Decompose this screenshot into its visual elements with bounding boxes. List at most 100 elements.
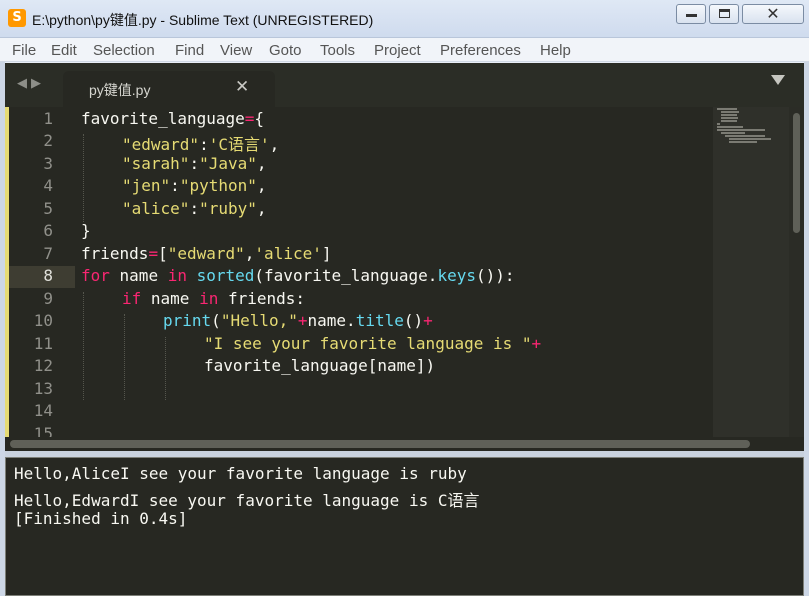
minimap-line	[717, 129, 765, 131]
vertical-scrollbar[interactable]	[789, 107, 804, 437]
horizontal-scrollbar-thumb[interactable]	[10, 440, 750, 448]
code-line-8: for name in sorted(favorite_language.key…	[81, 266, 515, 285]
minimap-line	[729, 141, 757, 143]
code-token: ,	[256, 154, 267, 173]
code-token: ,	[256, 199, 267, 218]
minimap-line	[721, 120, 737, 122]
code-token: :	[189, 154, 200, 173]
line-number: 4	[43, 176, 53, 195]
code-token: :	[189, 199, 200, 218]
code-token-function: keys	[437, 266, 476, 285]
menu-goto[interactable]: Goto	[269, 42, 302, 59]
code-token-function: sorted	[196, 266, 255, 285]
output-line: Hello,AliceI see your favorite language …	[14, 464, 467, 483]
line-number: 2	[43, 131, 53, 150]
code-token: favorite_language	[81, 109, 245, 128]
line-number: 14	[33, 401, 53, 420]
code-token-string: 'alice'	[254, 244, 322, 263]
minimap-line	[717, 126, 743, 128]
code-line-6: }	[81, 221, 91, 240]
tab-py-file[interactable]: py键值.py ✕	[63, 71, 275, 107]
code-token: friends	[81, 244, 149, 263]
vertical-scrollbar-thumb[interactable]	[793, 113, 800, 233]
line-number: 11	[33, 334, 53, 353]
horizontal-scrollbar[interactable]	[5, 437, 804, 451]
minimap-line	[721, 114, 737, 116]
code-line-12: favorite_language[name])	[204, 356, 435, 375]
minimize-icon	[686, 14, 697, 17]
close-button[interactable]: ✕	[742, 4, 804, 24]
line-number: 12	[33, 356, 53, 375]
code-token-string: "Java"	[199, 154, 257, 173]
code-token-operator: +	[531, 334, 542, 353]
tab-dropdown-icon[interactable]	[771, 75, 785, 85]
menu-find[interactable]: Find	[175, 42, 204, 59]
sublime-app-icon: S	[8, 9, 26, 27]
line-number: 7	[43, 244, 53, 263]
menu-preferences[interactable]: Preferences	[440, 42, 521, 59]
code-editor[interactable]: 1 2 3 4 5 6 7 8 9 10 11 12 13 14 15 favo…	[5, 107, 804, 437]
minimap-line	[721, 111, 739, 113]
code-token-keyword: if	[122, 289, 142, 308]
line-number-current: 8	[43, 266, 53, 285]
build-output-panel[interactable]: Hello,AliceI see your favorite language …	[5, 457, 804, 596]
code-line-11: "I see your favorite language is "+	[204, 334, 541, 353]
code-line-10: print("Hello,"+name.title()+	[163, 311, 433, 330]
minimap-line	[717, 108, 737, 110]
minimap-line	[725, 135, 765, 137]
minimap-line	[717, 123, 720, 125]
menu-edit[interactable]: Edit	[51, 42, 77, 59]
maximize-icon	[719, 9, 730, 18]
tab-bar: ◀▶ py键值.py ✕	[5, 63, 804, 107]
code-token-string: "edward"	[122, 135, 200, 154]
indent-guide	[165, 337, 166, 400]
code-token: (favorite_language.	[254, 266, 438, 285]
menu-file[interactable]: File	[12, 42, 36, 59]
tab-label: py键值.py	[89, 82, 151, 98]
code-token-string: "python"	[179, 176, 257, 195]
menu-view[interactable]: View	[220, 42, 252, 59]
minimap-line	[729, 138, 771, 140]
code-token-function: print	[163, 311, 212, 330]
minimize-button[interactable]	[676, 4, 706, 24]
menu-bar: File Edit Selection Find View Goto Tools…	[0, 38, 809, 62]
maximize-button[interactable]	[709, 4, 739, 24]
code-token-string: "jen"	[122, 176, 171, 195]
code-token-string: "ruby"	[199, 199, 257, 218]
code-area[interactable]: favorite_language={ "edward":'C语言', "sar…	[81, 107, 711, 437]
code-token-keyword: in	[167, 266, 187, 285]
tab-close-icon[interactable]: ✕	[235, 77, 249, 97]
menu-tools[interactable]: Tools	[320, 42, 355, 59]
code-line-5: "alice":"ruby",	[122, 199, 267, 218]
line-number: 5	[43, 199, 53, 218]
code-token: {	[254, 109, 265, 128]
menu-selection[interactable]: Selection	[93, 42, 155, 59]
code-token-operator: +	[297, 311, 308, 330]
code-line-7: friends=["edward",'alice']	[81, 244, 332, 263]
line-number: 6	[43, 221, 53, 240]
code-token-keyword: in	[199, 289, 219, 308]
line-number: 10	[33, 311, 53, 330]
output-line: [Finished in 0.4s]	[14, 509, 188, 528]
window-title: E:\python\py键值.py - Sublime Text (UNREGI…	[32, 12, 374, 28]
minimap[interactable]	[713, 107, 789, 437]
tab-nav-arrows-icon[interactable]: ◀▶	[17, 76, 45, 91]
line-number: 15	[33, 424, 53, 437]
code-line-3: "sarah":"Java",	[122, 154, 267, 173]
code-token-string: "edward"	[167, 244, 245, 263]
code-token: [	[158, 244, 168, 263]
code-token-operator: +	[423, 311, 433, 330]
line-number: 13	[33, 379, 53, 398]
code-line-2: "edward":'C语言',	[122, 131, 279, 155]
minimap-line	[721, 117, 738, 119]
menu-project[interactable]: Project	[374, 42, 421, 59]
code-token: ]	[321, 244, 332, 263]
output-line: Hello,EdwardI see your favorite language…	[14, 491, 480, 510]
code-token: ,	[269, 135, 280, 154]
code-token: friends:	[218, 289, 306, 308]
code-token: }	[81, 221, 91, 240]
code-line-9: if name in friends:	[122, 289, 305, 308]
indent-guide	[124, 314, 125, 400]
menu-help[interactable]: Help	[540, 42, 571, 59]
line-number: 3	[43, 154, 53, 173]
